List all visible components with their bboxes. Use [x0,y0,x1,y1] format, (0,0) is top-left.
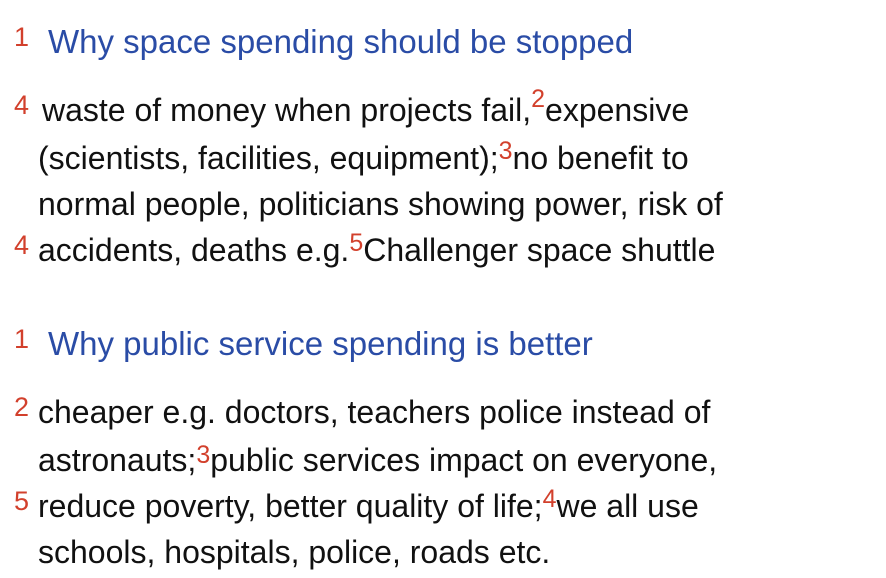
section1-line2: (scientists, facilities, equipment);3no … [38,137,689,181]
section1-line4: accidents, deaths e.g.5Challenger space … [38,229,716,273]
section1-line2-text-a: (scientists, facilities, equipment); [38,140,499,176]
section1-line2-marker: 3 [498,137,513,165]
section1-line2-text-b: no benefit to [512,140,689,176]
section1-heading: Why space spending should be stopped [48,23,634,60]
section1-line1-text-a: waste of money when projects fail, [42,92,532,128]
section2-line2: astronauts;3public services impact on ev… [38,440,717,483]
section1-line4-text-a: accidents, deaths e.g. [38,232,350,268]
section2-line1: cheaper e.g. doctors, teachers police in… [38,394,711,430]
section2-line2-marker: 3 [196,441,211,469]
section2-line2-text-b: public services impact on everyone, [210,442,718,478]
section2-line3: reduce poverty, better quality of life;4… [38,485,699,529]
section1-line4-marker: 5 [349,229,364,257]
section2-line3-text-b: we all use [556,488,699,524]
section1-heading-number: 1 [14,22,30,52]
section2-line2-text-a: astronauts; [38,442,197,478]
section2-heading: Why public service spending is better [48,325,593,362]
section1-line4-number: 4 [14,230,30,260]
section1-line1-number: 4 [14,90,30,120]
section1-line1-text-b: expensive [545,92,690,128]
section1-line4-text-b: Challenger space shuttle [363,232,716,268]
section2-line3-text-a: reduce poverty, better quality of life; [38,488,543,524]
section1-line1: waste of money when projects fail,2expen… [42,85,690,133]
section2-line3-marker: 4 [542,485,557,513]
section2-line4: schools, hospitals, police, roads etc. [38,534,551,570]
section2-line3-number: 5 [14,486,30,516]
section2-line1-number: 2 [14,392,30,422]
section2-heading-number: 1 [14,324,30,354]
section1-line1-marker: 2 [531,85,546,113]
section1-line3: normal people, politicians showing power… [38,186,723,222]
